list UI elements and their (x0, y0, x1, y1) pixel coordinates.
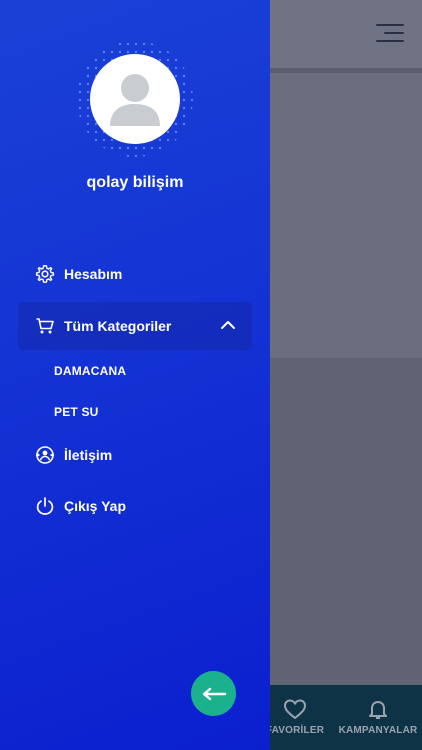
power-icon (35, 496, 55, 516)
tab-favorites[interactable]: FAVORİLER (262, 685, 328, 750)
menu-item-contact-label: İletişim (64, 447, 113, 463)
heart-icon (283, 699, 307, 720)
user-name: qolay bilişim (86, 174, 184, 191)
user-silhouette-icon (110, 74, 160, 126)
support-icon (35, 445, 55, 465)
cart-icon (35, 316, 55, 336)
tab-campaigns[interactable]: KAMPANYALAR (334, 685, 422, 750)
menu-item-logout-label: Çıkış Yap (64, 498, 127, 514)
menu-item-categories-label: Tüm Kategoriler (64, 318, 172, 334)
menu-item-logout[interactable]: Çıkış Yap (18, 482, 252, 530)
bell-icon (369, 701, 387, 719)
subcategory-item-damacana[interactable]: DAMACANA (54, 364, 126, 378)
subcategory-item-pet-su[interactable]: PET SU (54, 405, 99, 419)
menu-item-categories[interactable]: Tüm Kategoriler (18, 302, 252, 350)
tab-campaigns-label: KAMPANYALAR (338, 725, 418, 736)
chevron-up-icon[interactable] (220, 319, 236, 331)
avatar (76, 40, 194, 158)
tab-favorites-label: FAVORİLER (265, 725, 325, 736)
hamburger-menu-icon[interactable] (376, 24, 404, 44)
side-drawer: qolay bilişim Hesabım Tüm Kategoriler DA… (0, 0, 270, 750)
arrow-left-icon (202, 687, 226, 700)
close-drawer-button[interactable] (191, 671, 236, 716)
menu-item-account[interactable]: Hesabım (18, 250, 252, 298)
app-screen: FAVORİLER KAMPANYALAR qolay bilişim Hesa… (0, 0, 422, 750)
avatar-image (90, 54, 180, 144)
menu-item-contact[interactable]: İletişim (18, 431, 252, 479)
gear-icon (35, 264, 55, 284)
menu-item-account-label: Hesabım (64, 266, 123, 282)
